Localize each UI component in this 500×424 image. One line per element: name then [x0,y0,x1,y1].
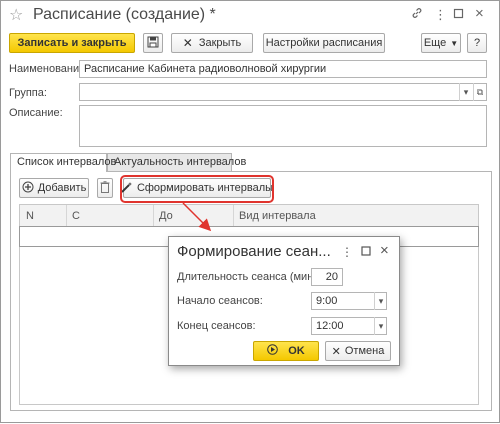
end-time-dropdown[interactable]: ▾ [374,317,387,335]
cancel-button[interactable]: ✕ Отмена [325,341,391,361]
duration-field[interactable]: 20 [311,268,343,286]
end-time-value: 12:00 [316,320,344,332]
schedule-window: ☆ Расписание (создание) * ⋮ × Записать и… [0,0,500,423]
start-time-dropdown[interactable]: ▾ [374,292,387,310]
start-time-value: 9:00 [316,295,338,307]
duration-value: 20 [325,271,338,283]
dialog-title: Формирование сеан... [177,243,331,260]
tab-intervals-list-label: Список интервалов [17,156,117,168]
end-label: Конец сеансов: [177,320,256,332]
ok-button[interactable]: OK [253,341,319,361]
tab-intervals-list[interactable]: Список интервалов [10,153,116,172]
chevron-down-icon: ▾ [378,320,384,331]
more-vert-icon[interactable]: ⋮ [341,245,353,259]
session-generation-dialog: Формирование сеан... ⋮ × Длительность се… [168,236,400,366]
chevron-down-icon: ▾ [378,295,384,306]
duration-label: Длительность сеанса (минут): [177,271,331,283]
cancel-label: Отмена [344,345,385,357]
close-icon[interactable]: × [380,242,389,259]
play-circle-icon [267,344,279,358]
start-label: Начало сеансов: [177,295,263,307]
close-x-icon: ✕ [331,345,341,358]
ok-label: OK [288,345,305,357]
maximize-icon[interactable] [361,245,371,259]
